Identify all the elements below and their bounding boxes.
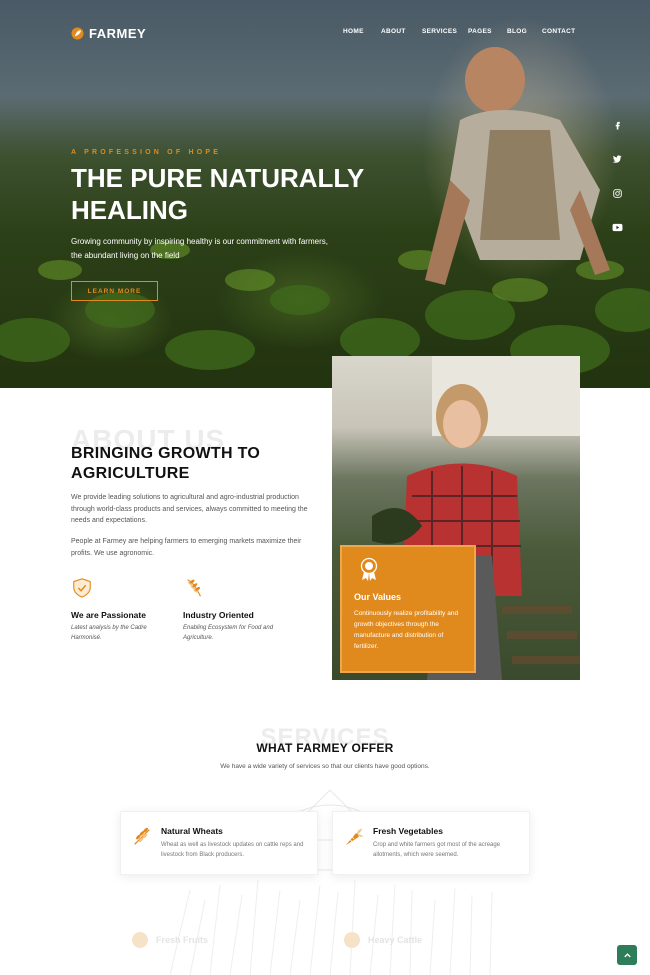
cattle-icon [344, 932, 360, 948]
carrot-icon [345, 828, 364, 846]
nav-about[interactable]: ABOUT [381, 28, 406, 35]
wheat-icon [187, 579, 201, 597]
service-card-vegetables[interactable]: Fresh Vegetables Crop and white farmers … [332, 811, 530, 875]
chevron-up-icon [623, 952, 631, 957]
hero-kicker: A PROFESSION OF HOPE [71, 149, 222, 156]
learn-more-button[interactable]: LEARN MORE [71, 281, 158, 301]
hero-description: Growing community by inspiring healthy i… [71, 237, 328, 260]
service-card-wheats[interactable]: Natural Wheats Wheat as well as livestoc… [120, 811, 318, 875]
service-card-description: Crop and white farmers got most of the a… [373, 842, 501, 858]
brand-logo[interactable]: FARMEY [71, 26, 146, 41]
service-card-fruits: Fresh Fruits [132, 932, 208, 948]
farmer-illustration [425, 47, 610, 285]
scroll-to-top-button[interactable] [617, 945, 637, 965]
feature-description: Enabling Ecosystem for Food and Agricult… [183, 625, 274, 641]
twitter-icon[interactable] [610, 152, 624, 166]
fruit-icon [132, 932, 148, 948]
top-navigation: FARMEY HOME ABOUT SERVICES PAGES BLOG CO… [0, 0, 650, 66]
nav-home[interactable]: HOME [343, 28, 364, 35]
social-links [610, 118, 626, 254]
feature-passionate: We are Passionate Latest analysis by the… [71, 577, 191, 643]
service-card-title: Heavy Cattle [368, 935, 423, 945]
values-title: Our Values [354, 592, 402, 602]
service-card-title: Fresh Vegetables [373, 826, 443, 836]
service-card-title: Fresh Fruits [156, 935, 209, 945]
service-card-description: Wheat as well as livestock updates on ca… [161, 842, 304, 858]
feature-title: Industry Oriented [183, 610, 254, 620]
brand-name: FARMEY [89, 26, 147, 41]
feature-title: We are Passionate [71, 610, 146, 620]
feature-description: Latest analysis by the Cadre Harmonisé. [71, 625, 147, 641]
nav-blog[interactable]: BLOG [507, 28, 527, 35]
hero-section: FARMEY HOME ABOUT SERVICES PAGES BLOG CO… [0, 0, 650, 388]
hero-title: THE PURE NATURALLY HEALING [71, 163, 364, 225]
nav-contact[interactable]: CONTACT [542, 28, 575, 35]
nav-pages[interactable]: PAGES [468, 28, 492, 35]
about-paragraph-2: People at Farmey are helping farmers to … [71, 538, 302, 557]
youtube-icon[interactable] [610, 220, 624, 234]
award-ribbon-icon [360, 557, 378, 581]
feature-industry: Industry Oriented Enabling Ecosystem for… [183, 577, 303, 643]
shield-check-icon [73, 578, 91, 598]
logo-leaf-icon [71, 27, 84, 40]
services-subtitle: We have a wide variety of services so th… [220, 763, 430, 770]
about-paragraph-1: We provide leading solutions to agricult… [71, 494, 308, 524]
nav-services[interactable]: SERVICES [422, 28, 457, 35]
values-description: Continuously realize profitability and g… [354, 610, 459, 650]
service-card-cattle: Heavy Cattle [344, 932, 422, 948]
values-card: Our Values Continuously realize profitab… [340, 545, 476, 673]
services-title: WHAT FARMEY OFFER [256, 741, 394, 755]
service-card-title: Natural Wheats [161, 826, 223, 836]
wheat-icon [134, 827, 150, 845]
about-title: BRINGING GROWTH TO AGRICULTURE [71, 445, 261, 482]
instagram-icon[interactable] [610, 186, 624, 200]
facebook-icon[interactable] [610, 118, 624, 132]
